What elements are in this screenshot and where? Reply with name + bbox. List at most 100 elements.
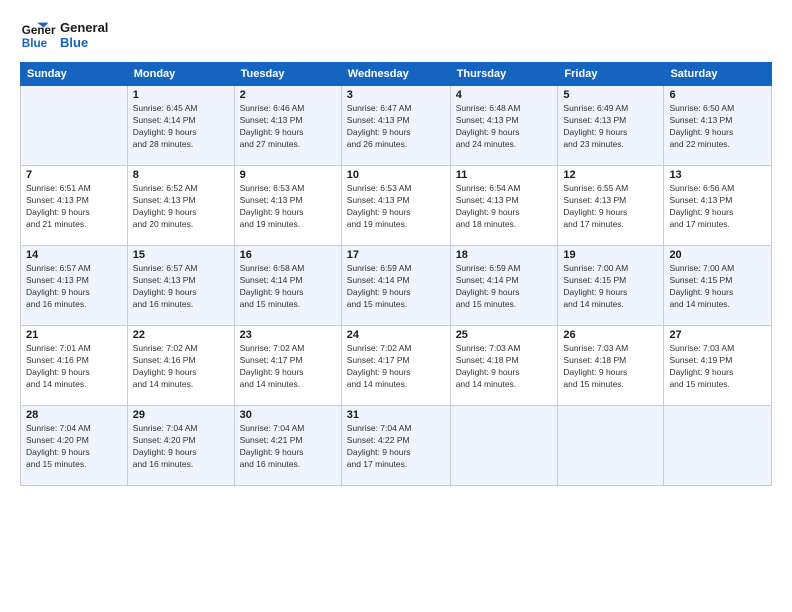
day-number: 5 (563, 89, 658, 101)
day-info: Sunrise: 7:04 AMSunset: 4:22 PMDaylight:… (347, 423, 445, 471)
day-info: Sunrise: 6:56 AMSunset: 4:13 PMDaylight:… (669, 183, 766, 231)
day-number: 24 (347, 329, 445, 341)
day-info: Sunrise: 6:45 AMSunset: 4:14 PMDaylight:… (133, 103, 229, 151)
day-number: 25 (456, 329, 553, 341)
calendar-cell: 27Sunrise: 7:03 AMSunset: 4:19 PMDayligh… (664, 326, 772, 406)
calendar-cell: 26 Sunrise: 7:03 AMSunset: 4:18 PMDayligh… (558, 326, 664, 406)
day-info: Sunrise: 7:02 AMSunset: 4:16 PMDaylight:… (133, 343, 229, 391)
day-number: 6 (669, 89, 766, 101)
logo-blue: Blue (60, 36, 108, 51)
calendar-cell: 10 Sunrise: 6:53 AMSunset: 4:13 PMDayligh… (341, 166, 450, 246)
calendar-cell: 23 Sunrise: 7:02 AMSunset: 4:17 PMDayligh… (234, 326, 341, 406)
logo-icon: General Blue (20, 18, 56, 54)
day-header-saturday: Saturday (664, 63, 772, 86)
day-header-thursday: Thursday (450, 63, 558, 86)
calendar-cell: 31 Sunrise: 7:04 AMSunset: 4:22 PMDayligh… (341, 406, 450, 486)
day-info: Sunrise: 6:48 AMSunset: 4:13 PMDaylight:… (456, 103, 553, 151)
header: General Blue General Blue (20, 18, 772, 54)
day-number: 22 (133, 329, 229, 341)
day-number: 28 (26, 409, 122, 421)
calendar-cell: 28 Sunrise: 7:04 AMSunset: 4:20 PMDayligh… (21, 406, 128, 486)
day-number: 21 (26, 329, 122, 341)
calendar-cell: 30Sunrise: 7:04 AMSunset: 4:21 PMDayligh… (234, 406, 341, 486)
day-number: 11 (456, 169, 553, 181)
calendar-week-3: 14Sunrise: 6:57 AMSunset: 4:13 PMDayligh… (21, 246, 772, 326)
day-info: Sunrise: 7:02 AMSunset: 4:17 PMDaylight:… (347, 343, 445, 391)
day-number: 13 (669, 169, 766, 181)
day-info: Sunrise: 6:53 AMSunset: 4:13 PMDaylight:… (240, 183, 336, 231)
day-number: 16 (240, 249, 336, 261)
day-info: Sunrise: 7:04 AMSunset: 4:20 PMDaylight:… (133, 423, 229, 471)
calendar-cell: 29 Sunrise: 7:04 AMSunset: 4:20 PMDayligh… (127, 406, 234, 486)
day-info: Sunrise: 6:59 AMSunset: 4:14 PMDaylight:… (456, 263, 553, 311)
day-number: 3 (347, 89, 445, 101)
calendar-cell: 17Sunrise: 6:59 AMSunset: 4:14 PMDayligh… (341, 246, 450, 326)
day-header-friday: Friday (558, 63, 664, 86)
calendar-cell: 14Sunrise: 6:57 AMSunset: 4:13 PMDayligh… (21, 246, 128, 326)
calendar-week-1: 1 Sunrise: 6:45 AMSunset: 4:14 PMDaylight… (21, 86, 772, 166)
day-header-tuesday: Tuesday (234, 63, 341, 86)
calendar-cell: 4 Sunrise: 6:48 AMSunset: 4:13 PMDaylight… (450, 86, 558, 166)
day-number: 4 (456, 89, 553, 101)
day-number: 31 (347, 409, 445, 421)
calendar-week-2: 7Sunrise: 6:51 AMSunset: 4:13 PMDaylight… (21, 166, 772, 246)
calendar-cell: 12 Sunrise: 6:55 AMSunset: 4:13 PMDayligh… (558, 166, 664, 246)
calendar-cell: 6 Sunrise: 6:50 AMSunset: 4:13 PMDaylight… (664, 86, 772, 166)
day-info: Sunrise: 6:50 AMSunset: 4:13 PMDaylight:… (669, 103, 766, 151)
calendar-cell (558, 406, 664, 486)
day-info: Sunrise: 7:03 AMSunset: 4:18 PMDaylight:… (456, 343, 553, 391)
day-number: 19 (563, 249, 658, 261)
day-header-wednesday: Wednesday (341, 63, 450, 86)
calendar-cell: 19Sunrise: 7:00 AMSunset: 4:15 PMDayligh… (558, 246, 664, 326)
day-number: 23 (240, 329, 336, 341)
calendar-cell: 3 Sunrise: 6:47 AMSunset: 4:13 PMDaylight… (341, 86, 450, 166)
calendar-cell: 18 Sunrise: 6:59 AMSunset: 4:14 PMDayligh… (450, 246, 558, 326)
logo: General Blue General Blue (20, 18, 108, 54)
day-info: Sunrise: 6:55 AMSunset: 4:13 PMDaylight:… (563, 183, 658, 231)
day-info: Sunrise: 7:04 AMSunset: 4:20 PMDaylight:… (26, 423, 122, 471)
day-info: Sunrise: 6:53 AMSunset: 4:13 PMDaylight:… (347, 183, 445, 231)
day-number: 29 (133, 409, 229, 421)
calendar-cell: 16 Sunrise: 6:58 AMSunset: 4:14 PMDayligh… (234, 246, 341, 326)
day-info: Sunrise: 6:57 AMSunset: 4:13 PMDaylight:… (26, 263, 122, 311)
day-info: Sunrise: 6:46 AMSunset: 4:13 PMDaylight:… (240, 103, 336, 151)
calendar-cell (21, 86, 128, 166)
day-header-monday: Monday (127, 63, 234, 86)
day-info: Sunrise: 7:00 AMSunset: 4:15 PMDaylight:… (669, 263, 766, 311)
calendar-cell: 22 Sunrise: 7:02 AMSunset: 4:16 PMDayligh… (127, 326, 234, 406)
calendar-cell: 25 Sunrise: 7:03 AMSunset: 4:18 PMDayligh… (450, 326, 558, 406)
day-number: 18 (456, 249, 553, 261)
calendar-cell: 11 Sunrise: 6:54 AMSunset: 4:13 PMDayligh… (450, 166, 558, 246)
day-number: 10 (347, 169, 445, 181)
day-info: Sunrise: 6:47 AMSunset: 4:13 PMDaylight:… (347, 103, 445, 151)
svg-text:General: General (22, 24, 56, 37)
day-info: Sunrise: 7:03 AMSunset: 4:18 PMDaylight:… (563, 343, 658, 391)
day-number: 2 (240, 89, 336, 101)
calendar-cell (664, 406, 772, 486)
day-info: Sunrise: 6:54 AMSunset: 4:13 PMDaylight:… (456, 183, 553, 231)
day-number: 26 (563, 329, 658, 341)
day-number: 12 (563, 169, 658, 181)
day-info: Sunrise: 6:57 AMSunset: 4:13 PMDaylight:… (133, 263, 229, 311)
day-info: Sunrise: 7:02 AMSunset: 4:17 PMDaylight:… (240, 343, 336, 391)
calendar-cell: 24 Sunrise: 7:02 AMSunset: 4:17 PMDayligh… (341, 326, 450, 406)
day-header-sunday: Sunday (21, 63, 128, 86)
day-info: Sunrise: 6:49 AMSunset: 4:13 PMDaylight:… (563, 103, 658, 151)
calendar-week-4: 21 Sunrise: 7:01 AMSunset: 4:16 PMDayligh… (21, 326, 772, 406)
calendar-cell: 9Sunrise: 6:53 AMSunset: 4:13 PMDaylight… (234, 166, 341, 246)
calendar-header-row: SundayMondayTuesdayWednesdayThursdayFrid… (21, 63, 772, 86)
calendar-cell: 2 Sunrise: 6:46 AMSunset: 4:13 PMDaylight… (234, 86, 341, 166)
day-info: Sunrise: 7:03 AMSunset: 4:19 PMDaylight:… (669, 343, 766, 391)
calendar-cell: 20Sunrise: 7:00 AMSunset: 4:15 PMDayligh… (664, 246, 772, 326)
calendar-cell (450, 406, 558, 486)
calendar-cell: 7Sunrise: 6:51 AMSunset: 4:13 PMDaylight… (21, 166, 128, 246)
day-info: Sunrise: 6:51 AMSunset: 4:13 PMDaylight:… (26, 183, 122, 231)
day-info: Sunrise: 6:58 AMSunset: 4:14 PMDaylight:… (240, 263, 336, 311)
calendar-cell: 1 Sunrise: 6:45 AMSunset: 4:14 PMDaylight… (127, 86, 234, 166)
day-number: 1 (133, 89, 229, 101)
calendar-cell: 15Sunrise: 6:57 AMSunset: 4:13 PMDayligh… (127, 246, 234, 326)
logo-general: General (60, 21, 108, 36)
day-info: Sunrise: 7:01 AMSunset: 4:16 PMDaylight:… (26, 343, 122, 391)
svg-text:Blue: Blue (22, 37, 48, 50)
calendar-table: SundayMondayTuesdayWednesdayThursdayFrid… (20, 62, 772, 486)
